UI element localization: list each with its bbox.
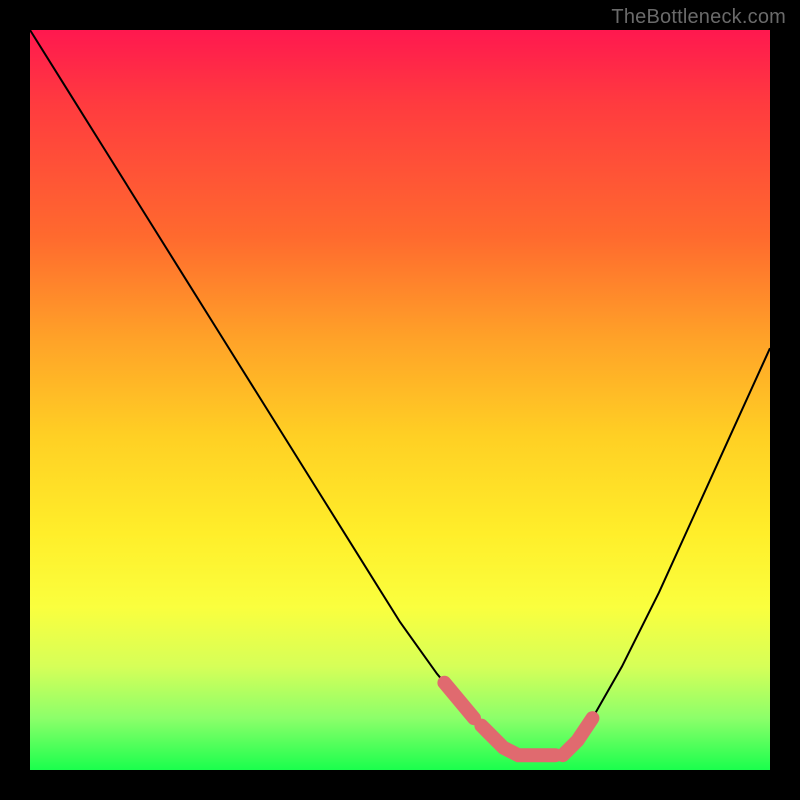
highlight-segment-right: [563, 718, 593, 755]
highlight-segment-left: [444, 683, 474, 719]
chart-frame: TheBottleneck.com: [0, 0, 800, 800]
highlight-segment-mid: [481, 726, 555, 756]
bottleneck-curve: [30, 30, 770, 755]
watermark-text: TheBottleneck.com: [611, 6, 786, 29]
curve-svg: [30, 30, 770, 770]
plot-area: [30, 30, 770, 770]
